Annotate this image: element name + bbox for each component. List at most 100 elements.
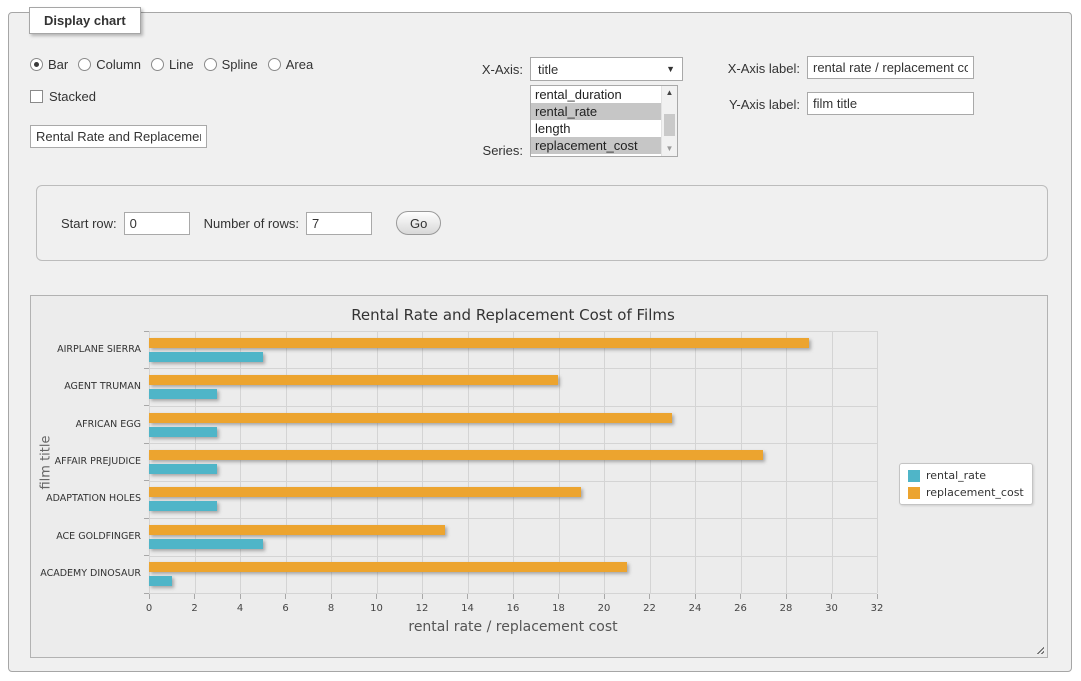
bar-rental_rate [149,576,172,586]
radio-area-icon[interactable] [268,58,281,71]
series-listbox[interactable]: rental_durationrental_ratelengthreplacem… [530,85,678,157]
x-axis-title: rental rate / replacement cost [149,619,877,635]
radio-label: Bar [48,57,68,72]
x-tick-mark [194,594,195,599]
y-tick-mark [144,555,149,556]
x-tick-label: 32 [862,603,892,614]
x-axis-label-input[interactable] [807,56,974,79]
x-tick-label: 20 [589,603,619,614]
radio-spline-icon[interactable] [204,58,217,71]
scrollbar-thumb[interactable] [664,114,675,136]
x-tick-label: 22 [635,603,665,614]
series-option-replacement_cost[interactable]: replacement_cost [531,137,661,154]
radio-label: Spline [222,57,258,72]
series-option-rental_duration[interactable]: rental_duration [531,86,661,103]
x-tick-label: 30 [817,603,847,614]
legend-label: replacement_cost [926,486,1024,499]
series-option-length[interactable]: length [531,120,661,137]
y-category-label: ADAPTATION HOLES [33,493,141,504]
x-tick-label: 4 [225,603,255,614]
bar-rental_rate [149,464,217,474]
h-gridline [149,331,877,332]
start-row-input[interactable] [124,212,190,235]
radio-option-column[interactable]: Column [78,57,141,72]
bar-replacement_cost [149,562,627,572]
x-tick-label: 12 [407,603,437,614]
chart-title-input[interactable] [30,125,207,148]
y-tick-mark [144,480,149,481]
v-gridline [149,331,150,593]
stacked-option[interactable]: Stacked [30,89,96,104]
radio-column-icon[interactable] [78,58,91,71]
y-category-label: AGENT TRUMAN [33,381,141,392]
x-tick-mark [376,594,377,599]
x-tick-mark [285,594,286,599]
v-gridline [741,331,742,593]
chart-type-radio-group: Bar Column Line Spline Area [30,57,313,72]
bar-replacement_cost [149,413,672,423]
h-gridline [149,518,877,519]
y-axis-label-input[interactable] [807,92,974,115]
x-tick-label: 6 [271,603,301,614]
y-tick-mark [144,405,149,406]
x-tick-mark [240,594,241,599]
y-tick-mark [144,518,149,519]
x-axis-select[interactable]: title ▼ [530,57,683,81]
h-gridline [149,481,877,482]
radio-option-bar[interactable]: Bar [30,57,68,72]
radio-label: Area [286,57,313,72]
scroll-up-icon[interactable]: ▲ [666,86,674,98]
v-gridline [240,331,241,593]
go-button[interactable]: Go [396,211,441,235]
v-gridline [786,331,787,593]
h-gridline [149,593,877,594]
y-tick-mark [144,331,149,332]
y-tick-mark [144,368,149,369]
radio-line-icon[interactable] [151,58,164,71]
radio-option-spline[interactable]: Spline [204,57,258,72]
x-tick-mark [558,594,559,599]
stacked-checkbox[interactable] [30,90,43,103]
number-of-rows-label: Number of rows: [204,216,299,231]
v-gridline [513,331,514,593]
radio-bar-icon[interactable] [30,58,43,71]
radio-option-line[interactable]: Line [151,57,194,72]
listbox-scrollbar[interactable]: ▲ ▼ [661,86,677,156]
v-gridline [195,331,196,593]
x-tick-label: 18 [544,603,574,614]
v-gridline [604,331,605,593]
legend-item-replacement_cost[interactable]: replacement_cost [908,486,1024,499]
v-gridline [331,331,332,593]
x-axis-selected-value: title [538,62,558,77]
y-tick-mark [144,593,149,594]
x-tick-mark [149,594,150,599]
bar-replacement_cost [149,375,558,385]
x-tick-label: 24 [680,603,710,614]
x-tick-mark [604,594,605,599]
v-gridline [650,331,651,593]
y-category-label: AIRPLANE SIERRA [33,344,141,355]
y-category-label: ACE GOLDFINGER [33,531,141,542]
v-gridline [559,331,560,593]
series-option-rental_rate[interactable]: rental_rate [531,103,661,120]
bar-replacement_cost [149,450,763,460]
x-tick-mark [831,594,832,599]
scroll-down-icon[interactable]: ▼ [666,144,674,156]
h-gridline [149,443,877,444]
radio-label: Column [96,57,141,72]
x-tick-mark [649,594,650,599]
legend-item-rental_rate[interactable]: rental_rate [908,469,1024,482]
series-listbox-label: Series: [423,143,523,158]
number-of-rows-input[interactable] [306,212,372,235]
y-category-label: ACADEMY DINOSAUR [33,568,141,579]
x-tick-label: 14 [453,603,483,614]
x-tick-mark [422,594,423,599]
x-axis-label-field-label: X-Axis label: [700,61,800,76]
x-tick-mark [331,594,332,599]
x-tick-label: 28 [771,603,801,614]
resize-handle-icon[interactable] [1034,644,1044,654]
start-row-label: Start row: [61,216,117,231]
x-tick-label: 0 [134,603,164,614]
radio-option-area[interactable]: Area [268,57,313,72]
v-gridline [286,331,287,593]
